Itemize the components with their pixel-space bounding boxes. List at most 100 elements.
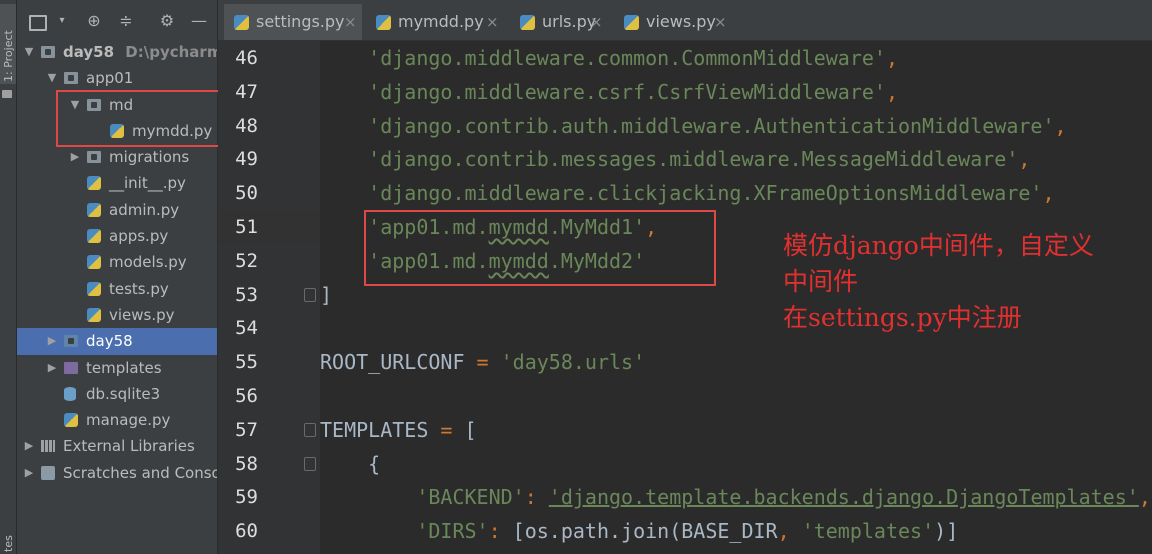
line-number: 53 xyxy=(235,283,258,306)
collapse-all-icon[interactable]: ≑ xyxy=(117,12,135,30)
editor-tab[interactable]: mymdd.py × xyxy=(366,4,504,40)
editor-tab-bar: settings.py × mymdd.py × urls.py × views.py × xyxy=(218,0,1152,41)
tree-item-label: Scratches and Conso xyxy=(63,463,217,482)
tree-item-label: db.sqlite3 xyxy=(86,384,161,403)
collapse-arrow-icon[interactable]: ▶ xyxy=(46,355,58,381)
tree-item-label: models.py xyxy=(109,253,187,272)
code-line[interactable]: 'DIRS': [os.path.join(BASE_DIR, 'templat… xyxy=(320,514,958,548)
tree-item[interactable]: ▶ Scratches and Conso xyxy=(17,460,217,486)
line-number: 55 xyxy=(235,351,258,374)
bottom-tool-tab-label[interactable]: tes xyxy=(2,535,15,552)
line-number: 56 xyxy=(235,385,258,407)
folder-icon xyxy=(64,361,78,374)
code-line[interactable]: { xyxy=(320,447,380,481)
collapse-arrow-icon[interactable]: ▶ xyxy=(23,433,35,459)
expand-arrow-icon[interactable]: ▼ xyxy=(23,39,35,65)
line-number: 48 xyxy=(235,114,258,137)
tool-window-strip: 1: Project tes xyxy=(0,0,17,554)
project-tool-tab-label: 1: Project xyxy=(2,30,15,82)
line-number: 57 xyxy=(235,418,258,441)
code-line[interactable]: 'django.middleware.clickjacking.XFrameOp… xyxy=(320,176,1054,210)
library-icon xyxy=(41,440,55,453)
python-file-icon xyxy=(376,15,391,30)
close-icon[interactable]: × xyxy=(714,4,727,40)
folder-icon xyxy=(64,72,78,85)
tree-item[interactable]: tests.py xyxy=(17,276,217,302)
collapse-arrow-icon[interactable]: ▶ xyxy=(46,328,58,354)
close-icon[interactable]: × xyxy=(590,4,603,40)
code-line[interactable]: ROOT_URLCONF = 'day58.urls' xyxy=(320,345,645,379)
tree-item[interactable]: __init__.py xyxy=(17,170,217,196)
code-line[interactable]: ] xyxy=(320,278,332,312)
line-number: 58 xyxy=(235,452,258,475)
code-line[interactable]: 'django.contrib.auth.middleware.Authenti… xyxy=(320,109,1066,143)
editor-tab-label: mymdd.py xyxy=(398,12,484,31)
python-file-icon xyxy=(87,202,101,217)
line-number: 49 xyxy=(235,148,258,171)
expand-arrow-icon[interactable]: ▼ xyxy=(46,65,58,91)
tree-item[interactable]: ▶ day58 xyxy=(17,328,217,355)
hide-icon[interactable]: — xyxy=(190,12,208,30)
tree-item[interactable]: manage.py xyxy=(17,407,217,433)
line-number: 47 xyxy=(235,80,258,103)
python-file-icon xyxy=(87,307,101,322)
python-file-icon xyxy=(64,413,78,428)
code-line[interactable]: 'django.middleware.csrf.CsrfViewMiddlewa… xyxy=(320,75,898,109)
fold-marker-icon[interactable] xyxy=(304,457,316,471)
tree-item[interactable]: ▼ app01 xyxy=(17,65,217,91)
tree-item-label: tests.py xyxy=(109,279,169,298)
tree-item[interactable]: ▼ day58 D:\pycharm_p xyxy=(17,39,217,65)
collapse-arrow-icon[interactable]: ▶ xyxy=(23,460,35,486)
tree-item-label: day58 D:\pycharm_p xyxy=(63,39,217,65)
highlight-box-md-folder xyxy=(56,90,245,147)
fold-marker-icon[interactable] xyxy=(304,288,316,302)
code-line[interactable]: 'django.middleware.common.CommonMiddlewa… xyxy=(320,41,898,75)
collapse-arrow-icon[interactable]: ▶ xyxy=(69,144,81,170)
tree-item[interactable]: models.py xyxy=(17,249,217,275)
python-file-icon xyxy=(87,281,101,296)
annotation-line: 中间件 xyxy=(783,267,859,296)
gear-icon[interactable]: ⚙ xyxy=(158,12,176,30)
fold-marker-icon[interactable] xyxy=(304,423,316,437)
tree-item-label: admin.py xyxy=(109,200,180,219)
tree-item[interactable]: ▶ migrations xyxy=(17,144,217,170)
python-file-icon xyxy=(624,15,639,30)
tree-item[interactable]: ▶ templates xyxy=(17,355,217,381)
project-tool-tab[interactable]: 1: Project xyxy=(0,4,16,84)
highlight-box-custom-middleware xyxy=(364,210,716,286)
ide-window: 1: Project tes ▾ ⊕ ≑ ⚙ — ▼ day58 D:\pycha… xyxy=(0,0,1152,554)
code-line[interactable]: 'BACKEND': 'django.template.backends.dja… xyxy=(320,480,1151,514)
editor-tab[interactable]: views.py × xyxy=(614,4,732,40)
tree-item[interactable]: apps.py xyxy=(17,223,217,249)
editor-tab[interactable]: urls.py × xyxy=(510,4,608,40)
code-line[interactable]: 'django.contrib.messages.middleware.Mess… xyxy=(320,142,1030,176)
line-number: 60 xyxy=(235,520,258,543)
folder-icon xyxy=(87,151,101,164)
line-number: 46 xyxy=(235,47,258,69)
tree-item-path: D:\pycharm_p xyxy=(125,43,217,61)
close-icon[interactable]: × xyxy=(486,4,499,40)
close-icon[interactable]: × xyxy=(344,4,357,40)
tree-item[interactable]: views.py xyxy=(17,302,217,328)
scratch-icon xyxy=(41,465,55,480)
annotation-line: 模仿django中间件，自定义 xyxy=(783,231,1094,260)
tree-item-label: day58 xyxy=(86,332,133,351)
tree-item[interactable]: db.sqlite3 xyxy=(17,381,217,407)
editor-tab[interactable]: settings.py × xyxy=(224,4,362,40)
database-icon xyxy=(64,386,76,401)
annotation-line: 在settings.py中注册 xyxy=(783,303,1022,332)
tree-item-label: __init__.py xyxy=(109,174,186,193)
tree-item[interactable]: ▶ External Libraries xyxy=(17,433,217,459)
dropdown-arrow-icon[interactable]: ▾ xyxy=(53,12,71,30)
code-line[interactable]: TEMPLATES = [ xyxy=(320,413,477,447)
project-view-icon[interactable] xyxy=(29,15,47,31)
line-number: 59 xyxy=(235,486,258,509)
locate-icon[interactable]: ⊕ xyxy=(85,12,103,30)
python-file-icon xyxy=(520,15,535,30)
python-file-icon xyxy=(87,255,101,270)
tree-item-label: views.py xyxy=(109,305,175,324)
line-number: 51 xyxy=(235,216,258,238)
line-number: 50 xyxy=(235,182,258,205)
project-panel: ▾ ⊕ ≑ ⚙ — ▼day58 D:\pycharm_p▼app01▼mdmy… xyxy=(17,0,217,554)
tree-item[interactable]: admin.py xyxy=(17,197,217,223)
